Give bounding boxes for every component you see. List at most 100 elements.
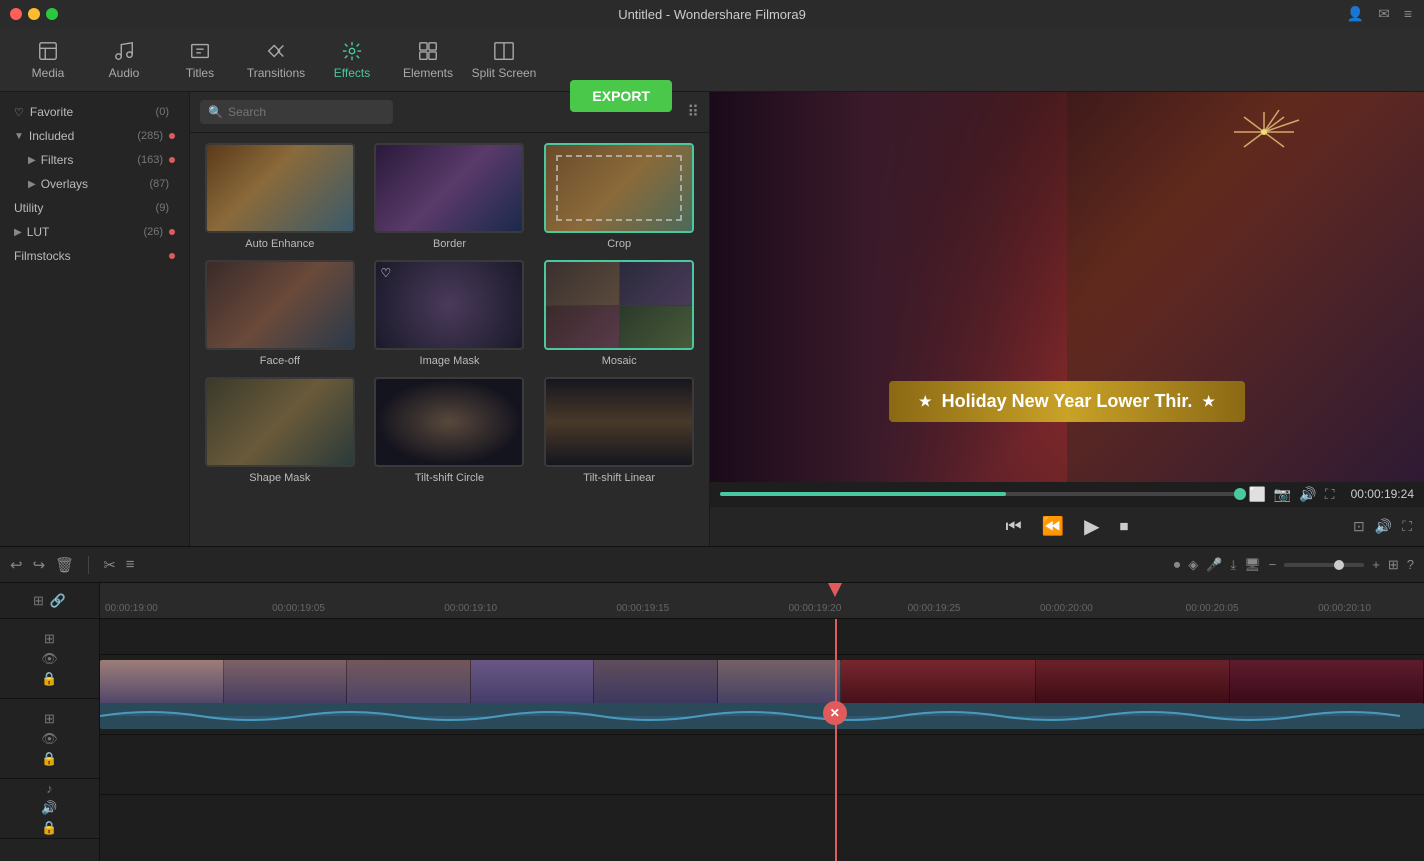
skip-back-button[interactable]: ⏮ bbox=[1005, 516, 1021, 537]
minimize-button[interactable] bbox=[28, 8, 40, 20]
preview-background: ★ Holiday New Year Lower Thir. ★ bbox=[710, 92, 1424, 482]
mail-icon[interactable]: ✉ bbox=[1378, 6, 1390, 23]
effects-panel: 🔍 ⠿ Auto Enhance Border bbox=[190, 92, 710, 546]
sidebar-included-label: Included bbox=[29, 129, 137, 143]
sidebar-item-lut[interactable]: ▶ LUT (26) bbox=[0, 220, 189, 244]
timeline-ruler[interactable]: 00:00:19:00 00:00:19:05 00:00:19:10 00:0… bbox=[100, 583, 1424, 619]
effect-face-off[interactable]: Face-off bbox=[200, 260, 360, 367]
nav-audio[interactable]: Audio bbox=[88, 32, 160, 88]
menu-icon[interactable]: ≡ bbox=[1404, 6, 1412, 23]
maximize-button[interactable] bbox=[46, 8, 58, 20]
sidebar-lut-count: (26) bbox=[143, 226, 163, 238]
sidebar-item-utility[interactable]: Utility (9) bbox=[0, 196, 189, 220]
lock-icon[interactable]: 🔒 bbox=[41, 671, 57, 687]
effect-tiltshift-circle[interactable]: Tilt-shift Circle bbox=[370, 377, 530, 484]
sidebar-filters-count: (163) bbox=[137, 154, 163, 166]
progress-track[interactable] bbox=[720, 492, 1240, 496]
music-track-controls: ♪ 🔊 🔒 bbox=[0, 779, 99, 839]
volume-small-icon[interactable]: 🔊 bbox=[41, 800, 57, 816]
effect-shape-mask[interactable]: Shape Mask bbox=[200, 377, 360, 484]
lock-icon-3[interactable]: 🔒 bbox=[41, 820, 57, 836]
chevron-right-icon-2: ▶ bbox=[28, 179, 36, 190]
nav-titles[interactable]: Titles bbox=[164, 32, 236, 88]
nav-split-screen[interactable]: Split Screen bbox=[468, 32, 540, 88]
eye-icon-2[interactable]: 👁 bbox=[41, 731, 58, 747]
sidebar-item-overlays[interactable]: ▶ Overlays (87) bbox=[0, 172, 189, 196]
effect-auto-enhance[interactable]: Auto Enhance bbox=[200, 143, 360, 250]
lower-third-text: ★ Holiday New Year Lower Thir. ★ bbox=[889, 381, 1245, 422]
effect-thumb-border bbox=[374, 143, 524, 233]
nav-effects[interactable]: Effects bbox=[316, 32, 388, 88]
effect-crop[interactable]: Crop bbox=[539, 143, 699, 250]
effect-label-tiltshift-circle: Tilt-shift Circle bbox=[415, 472, 484, 484]
sidebar-included-count: (285) bbox=[137, 130, 163, 142]
add-track-icon[interactable]: ⊞ bbox=[33, 593, 44, 609]
effect-thumb-mosaic bbox=[544, 260, 694, 350]
effect-label-auto-enhance: Auto Enhance bbox=[245, 238, 314, 250]
grid-layout-icon[interactable]: ⊞ bbox=[1388, 557, 1399, 573]
filmstocks-dot bbox=[169, 253, 175, 259]
list-tool[interactable]: ≡ bbox=[126, 556, 135, 573]
timeline-right-tools: ⏺ ◈ 🎤 ⤓ 🖥 − + ⊞ ? bbox=[1174, 557, 1414, 573]
lower-third-label: Holiday New Year Lower Thir. bbox=[942, 391, 1193, 412]
sidebar-item-filmstocks[interactable]: Filmstocks bbox=[0, 244, 189, 268]
minus-zoom[interactable]: − bbox=[1269, 557, 1277, 572]
stop-button[interactable]: ⏹ bbox=[1120, 516, 1129, 537]
badge-icon[interactable]: ◈ bbox=[1188, 557, 1198, 573]
chevron-right-icon-3: ▶ bbox=[14, 227, 22, 238]
camera-icon[interactable]: 📷 bbox=[1274, 486, 1291, 503]
plus-zoom[interactable]: + bbox=[1372, 557, 1380, 572]
ruler-time-3: 00:00:19:15 bbox=[616, 603, 669, 614]
audio-track-icon: ⊞ bbox=[44, 711, 55, 727]
play-button[interactable]: ▶ bbox=[1084, 514, 1099, 539]
video-thumbnail-strip bbox=[100, 660, 841, 706]
timeline-track-rows: ✕ bbox=[100, 619, 1424, 861]
zoom-bar[interactable] bbox=[1284, 563, 1364, 567]
nav-transitions[interactable]: Transitions bbox=[240, 32, 312, 88]
import-icon[interactable]: ⤓ bbox=[1230, 557, 1236, 573]
search-input[interactable] bbox=[200, 100, 393, 124]
effect-mosaic[interactable]: Mosaic bbox=[539, 260, 699, 367]
sidebar-item-favorite[interactable]: ♡ Favorite (0) bbox=[0, 100, 189, 124]
volume-icon[interactable]: 🔊 bbox=[1299, 486, 1316, 503]
effect-thumb-image-mask: ♡ bbox=[374, 260, 524, 350]
sidebar-utility-count: (9) bbox=[156, 202, 169, 214]
help-icon[interactable]: ? bbox=[1407, 557, 1414, 572]
sidebar-favorite-count: (0) bbox=[156, 106, 169, 118]
sidebar-item-filters[interactable]: ▶ Filters (163) bbox=[0, 148, 189, 172]
mic-icon[interactable]: 🎤 bbox=[1206, 557, 1222, 573]
cut-tool[interactable]: ✂ bbox=[103, 556, 116, 574]
step-back-button[interactable]: ⏪ bbox=[1042, 516, 1064, 537]
window-controls[interactable] bbox=[10, 8, 58, 20]
grid-view-icon[interactable]: ⠿ bbox=[687, 102, 699, 122]
record-icon[interactable]: ⏺ bbox=[1174, 557, 1181, 573]
sidebar-lut-label: LUT bbox=[27, 225, 144, 239]
monitor-small-icon[interactable]: 🖥 bbox=[1244, 557, 1261, 573]
fullscreen-icon[interactable]: ⛶ bbox=[1325, 486, 1335, 503]
delete-button[interactable]: 🗑 bbox=[55, 556, 74, 574]
nav-elements[interactable]: Elements bbox=[392, 32, 464, 88]
pip-icon[interactable]: ⊡ bbox=[1353, 518, 1365, 535]
ruler-time-1: 00:00:19:05 bbox=[272, 603, 325, 614]
effect-border[interactable]: Border bbox=[370, 143, 530, 250]
expand-icon[interactable]: ⛶ bbox=[1402, 518, 1412, 535]
zoom-handle[interactable] bbox=[1334, 560, 1344, 570]
nav-media[interactable]: Media bbox=[12, 32, 84, 88]
heart-icon: ♡ bbox=[14, 106, 24, 119]
sidebar-overlays-count: (87) bbox=[149, 178, 169, 190]
eye-icon[interactable]: 👁 bbox=[41, 651, 58, 667]
search-icon: 🔍 bbox=[208, 105, 223, 119]
user-icon[interactable]: 👤 bbox=[1347, 6, 1364, 23]
sidebar-item-included[interactable]: ▼ Included (285) bbox=[0, 124, 189, 148]
lock-icon-2[interactable]: 🔒 bbox=[41, 751, 57, 767]
close-button[interactable] bbox=[10, 8, 22, 20]
effect-image-mask[interactable]: ♡ Image Mask bbox=[370, 260, 530, 367]
undo-button[interactable]: ↩ bbox=[10, 556, 23, 574]
link-icon[interactable]: 🔗 bbox=[50, 593, 66, 609]
nav-audio-label: Audio bbox=[109, 66, 140, 80]
monitor-icon[interactable]: ⬜ bbox=[1248, 486, 1265, 503]
redo-button[interactable]: ↪ bbox=[33, 556, 46, 574]
effect-tiltshift-linear[interactable]: Tilt-shift Linear bbox=[539, 377, 699, 484]
progress-thumb bbox=[1234, 488, 1246, 500]
audio-settings-icon[interactable]: 🔊 bbox=[1375, 518, 1392, 535]
